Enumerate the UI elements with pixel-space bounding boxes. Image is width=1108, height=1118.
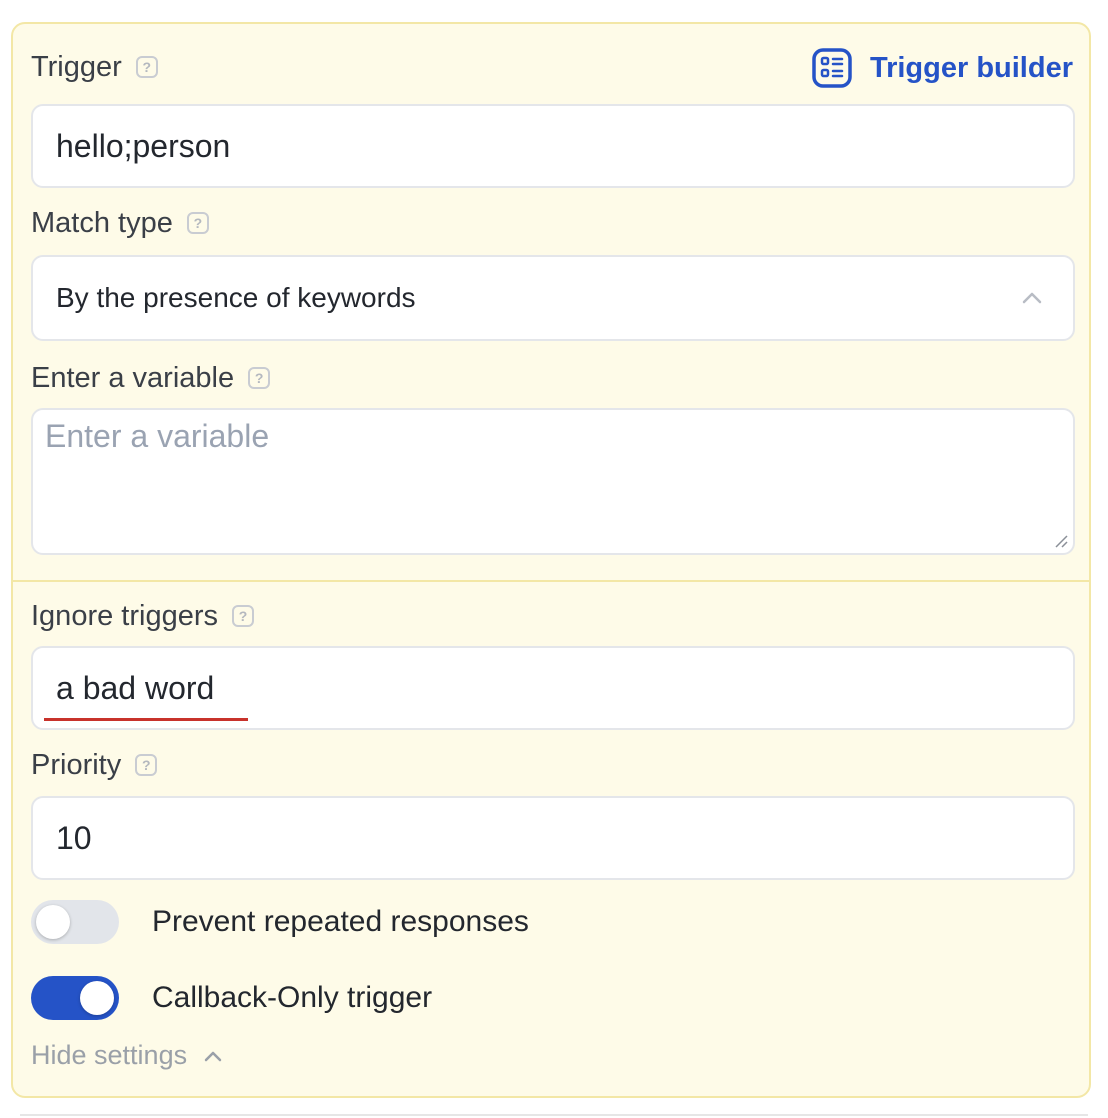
trigger-label: Trigger	[31, 50, 122, 83]
prevent-repeated-label: Prevent repeated responses	[152, 905, 529, 938]
section-divider	[13, 580, 1089, 582]
ignore-triggers-input[interactable]: a bad word	[31, 646, 1075, 730]
callback-only-label: Callback-Only trigger	[152, 981, 433, 1014]
next-card-edge	[20, 1114, 1088, 1116]
match-type-select[interactable]: By the presence of keywords	[31, 255, 1075, 341]
chevron-up-icon	[1022, 292, 1042, 304]
priority-input[interactable]: 10	[31, 796, 1075, 880]
trigger-input[interactable]: hello;person	[31, 104, 1075, 188]
variable-label: Enter a variable	[31, 361, 235, 394]
toggle-knob	[36, 905, 70, 939]
prevent-repeated-toggle[interactable]	[31, 900, 119, 944]
question-icon[interactable]: ?	[186, 212, 209, 234]
chevron-up-icon	[204, 1051, 222, 1061]
trigger-settings-panel: Trigger ? Trigger builder hello;person M…	[11, 22, 1091, 1098]
list-builder-icon	[812, 48, 852, 88]
question-icon[interactable]: ?	[232, 605, 254, 627]
question-icon[interactable]: ?	[248, 367, 271, 389]
variable-textarea[interactable]: Enter a variable	[31, 408, 1075, 555]
question-icon[interactable]: ?	[135, 754, 158, 776]
resize-handle-icon[interactable]	[1053, 533, 1069, 549]
match-type-label: Match type	[31, 206, 173, 239]
variable-placeholder: Enter a variable	[45, 418, 270, 454]
question-icon[interactable]: ?	[135, 56, 158, 78]
match-type-selected: By the presence of keywords	[56, 282, 416, 313]
trigger-label-row: Trigger ?	[31, 49, 158, 85]
trigger-input-value: hello;person	[56, 127, 231, 164]
spellcheck-underline	[44, 717, 249, 721]
trigger-builder-button[interactable]: Trigger builder	[812, 48, 1073, 88]
priority-label: Priority	[31, 748, 122, 781]
callback-only-toggle[interactable]	[31, 976, 119, 1020]
priority-value: 10	[56, 819, 92, 856]
callback-only-row: Callback-Only trigger	[31, 976, 432, 1020]
toggle-knob	[80, 981, 114, 1015]
ignore-triggers-text: a bad word	[56, 669, 215, 706]
ignore-triggers-value: a bad word	[44, 669, 249, 721]
prevent-repeated-row: Prevent repeated responses	[31, 900, 529, 944]
trigger-builder-label: Trigger builder	[869, 51, 1073, 84]
priority-label-row: Priority ?	[31, 747, 158, 783]
hide-settings-label: Hide settings	[31, 1040, 188, 1070]
ignore-triggers-label-row: Ignore triggers ?	[31, 598, 254, 634]
ignore-triggers-label: Ignore triggers	[31, 599, 218, 632]
match-type-label-row: Match type ?	[31, 205, 209, 241]
variable-label-row: Enter a variable ?	[31, 360, 271, 396]
hide-settings-button[interactable]: Hide settings	[31, 1040, 223, 1071]
